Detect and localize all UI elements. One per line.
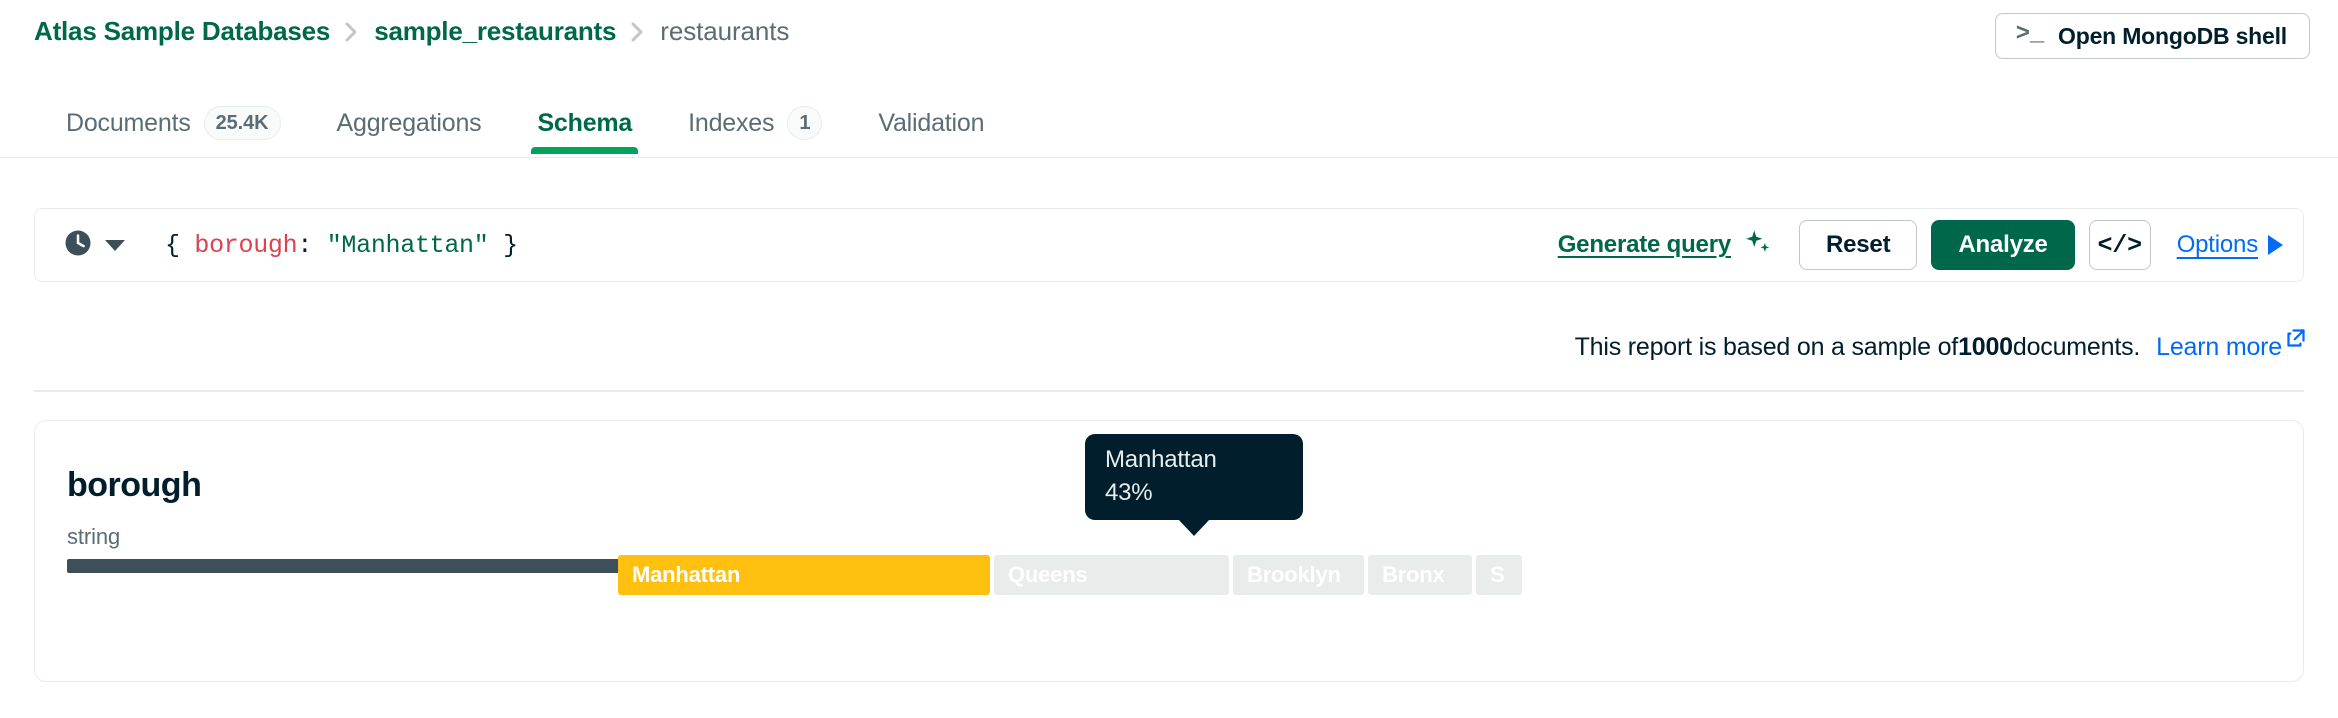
caret-right-icon (2268, 235, 2283, 255)
tab-active-underline (531, 147, 639, 154)
query-input[interactable]: { borough : "Manhattan" } (165, 209, 518, 281)
tooltip-label: Manhattan (1105, 446, 1217, 473)
breadcrumb: Atlas Sample Databases sample_restaurant… (34, 16, 789, 47)
query-key: borough (194, 230, 298, 260)
query-options-toggle[interactable]: Options (2177, 231, 2283, 259)
tab-aggregations-label: Aggregations (336, 108, 482, 137)
terminal-prompt-icon: >_ (2015, 21, 2045, 48)
clock-icon (63, 228, 93, 263)
tooltip-percent: 43% (1105, 479, 1153, 506)
breadcrumb-item-sample-restaurants[interactable]: sample_restaurants (374, 16, 616, 47)
top-bar: Atlas Sample Databases sample_restaurant… (0, 0, 2338, 70)
tab-indexes-label: Indexes (688, 108, 775, 137)
sample-note-prefix: This report is based on a sample of (1574, 333, 1959, 361)
distribution-segment-label: S (1490, 562, 1505, 587)
tab-indexes-badge: 1 (787, 106, 823, 140)
options-label: Options (2176, 231, 2259, 258)
external-link-icon (2286, 329, 2306, 362)
learn-more-link[interactable]: Learn more (2156, 329, 2306, 362)
query-open-brace: { (165, 230, 195, 260)
distribution-segment-queens[interactable]: Queens (994, 555, 1229, 595)
generate-query-button[interactable]: Generate query (1558, 228, 1773, 263)
tab-documents-label: Documents (66, 108, 191, 137)
breadcrumb-item-restaurants: restaurants (660, 16, 790, 46)
open-mongodb-shell-label: Open MongoDB shell (2058, 22, 2287, 49)
breadcrumb-separator-icon (616, 20, 660, 44)
analyze-button[interactable]: Analyze (1931, 220, 2075, 270)
distribution-segment-label: Manhattan (632, 562, 741, 587)
open-mongodb-shell-button[interactable]: >_ Open MongoDB shell (1994, 13, 2310, 59)
sample-note-count: 1000 (1958, 333, 2013, 361)
distribution-segment-bronx[interactable]: Bronx (1368, 555, 1472, 595)
tab-schema-label: Schema (537, 108, 633, 137)
query-history-dropdown[interactable] (63, 209, 125, 281)
tab-bar: Documents 25.4K Aggregations Schema Inde… (0, 92, 2338, 158)
distribution-segment-label: Bronx (1382, 562, 1445, 587)
chevron-down-icon (105, 239, 125, 251)
tab-schema[interactable]: Schema (509, 92, 660, 154)
value-tooltip: Manhattan 43% (1085, 434, 1303, 536)
query-close-brace: } (488, 230, 518, 260)
tab-documents[interactable]: Documents 25.4K (38, 92, 309, 154)
tab-aggregations[interactable]: Aggregations (309, 92, 510, 154)
breadcrumb-separator-icon (330, 20, 374, 44)
tab-validation[interactable]: Validation (850, 92, 1012, 154)
query-bar: { borough : "Manhattan" } Generate query… (34, 208, 2304, 282)
reset-button[interactable]: Reset (1799, 220, 1918, 270)
sample-note-suffix: documents. (2012, 333, 2141, 361)
tab-validation-label: Validation (878, 108, 985, 137)
section-divider (34, 390, 2304, 392)
generate-query-label: Generate query (1557, 231, 1731, 258)
tooltip-arrow (1178, 519, 1210, 536)
distribution-segment-brooklyn[interactable]: Brooklyn (1233, 555, 1364, 595)
distribution-segment-label: Queens (1008, 562, 1088, 587)
value-distribution-chart: Manhattan Queens Brooklyn Bronx S (618, 555, 2303, 595)
distribution-segment-staten-island[interactable]: S (1476, 555, 1522, 595)
export-to-language-icon[interactable]: </> (2088, 220, 2151, 270)
distribution-segment-manhattan[interactable]: Manhattan (618, 555, 990, 595)
schema-field-name: borough (67, 466, 202, 504)
sample-note: This report is based on a sample of 1000… (1574, 329, 2306, 362)
breadcrumb-item-atlas-sample-databases[interactable]: Atlas Sample Databases (34, 16, 330, 47)
schema-field-type: string (67, 524, 121, 549)
sparkle-icon (1743, 228, 1773, 263)
query-value: "Manhattan" (326, 230, 489, 260)
query-colon: : (297, 230, 327, 260)
learn-more-label: Learn more (2156, 333, 2282, 361)
distribution-segment-label: Brooklyn (1247, 562, 1341, 587)
tab-documents-badge: 25.4K (203, 106, 281, 140)
tab-indexes[interactable]: Indexes 1 (660, 92, 850, 154)
